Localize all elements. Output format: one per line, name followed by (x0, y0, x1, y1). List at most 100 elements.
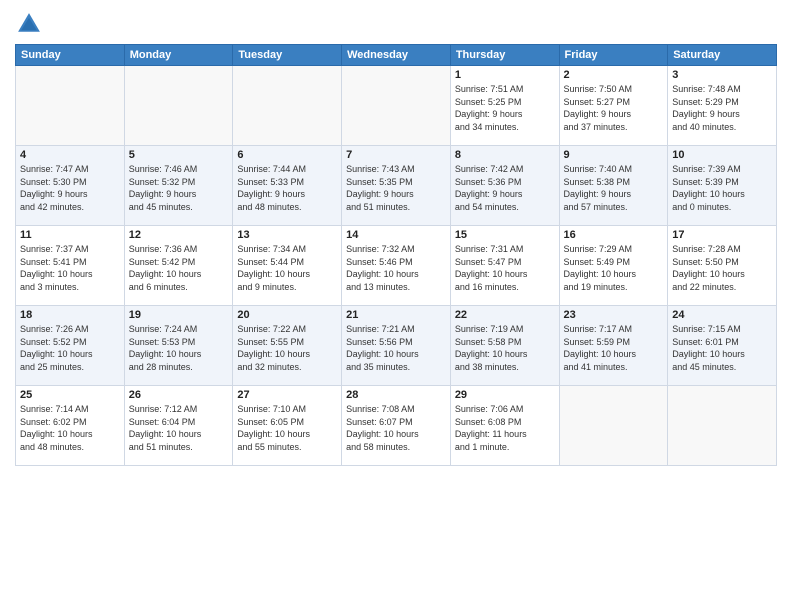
day-number: 14 (346, 229, 446, 241)
table-row: 24 Sunrise: 7:15 AM Sunset: 6:01 PM Dayli… (668, 306, 777, 386)
day-number: 25 (20, 389, 120, 401)
header (15, 10, 777, 38)
col-header-thursday: Thursday (450, 45, 559, 66)
day-detail: Sunrise: 7:48 AM Sunset: 5:29 PM Dayligh… (672, 83, 772, 133)
table-row: 15 Sunrise: 7:31 AM Sunset: 5:47 PM Dayli… (450, 226, 559, 306)
day-detail: Sunrise: 7:29 AM Sunset: 5:49 PM Dayligh… (564, 243, 664, 293)
day-detail: Sunrise: 7:39 AM Sunset: 5:39 PM Dayligh… (672, 163, 772, 213)
day-number: 13 (237, 229, 337, 241)
day-number: 3 (672, 69, 772, 81)
table-row: 20 Sunrise: 7:22 AM Sunset: 5:55 PM Dayli… (233, 306, 342, 386)
day-number: 26 (129, 389, 229, 401)
table-row (668, 386, 777, 466)
day-detail: Sunrise: 7:43 AM Sunset: 5:35 PM Dayligh… (346, 163, 446, 213)
day-number: 11 (20, 229, 120, 241)
table-row: 16 Sunrise: 7:29 AM Sunset: 5:49 PM Dayli… (559, 226, 668, 306)
calendar-week-4: 18 Sunrise: 7:26 AM Sunset: 5:52 PM Dayli… (16, 306, 777, 386)
day-detail: Sunrise: 7:36 AM Sunset: 5:42 PM Dayligh… (129, 243, 229, 293)
day-detail: Sunrise: 7:19 AM Sunset: 5:58 PM Dayligh… (455, 323, 555, 373)
day-number: 24 (672, 309, 772, 321)
table-row: 22 Sunrise: 7:19 AM Sunset: 5:58 PM Dayli… (450, 306, 559, 386)
table-row (233, 66, 342, 146)
table-row: 6 Sunrise: 7:44 AM Sunset: 5:33 PM Daylig… (233, 146, 342, 226)
calendar-week-1: 1 Sunrise: 7:51 AM Sunset: 5:25 PM Daylig… (16, 66, 777, 146)
table-row (124, 66, 233, 146)
page: SundayMondayTuesdayWednesdayThursdayFrid… (0, 0, 792, 612)
table-row: 28Sunrise: 7:08 AM Sunset: 6:07 PM Dayli… (342, 386, 451, 466)
table-row (342, 66, 451, 146)
day-detail: Sunrise: 7:37 AM Sunset: 5:41 PM Dayligh… (20, 243, 120, 293)
day-detail: Sunrise: 7:31 AM Sunset: 5:47 PM Dayligh… (455, 243, 555, 293)
table-row: 8 Sunrise: 7:42 AM Sunset: 5:36 PM Daylig… (450, 146, 559, 226)
day-detail: Sunrise: 7:12 AM Sunset: 6:04 PM Dayligh… (129, 403, 229, 453)
day-number: 6 (237, 149, 337, 161)
day-number: 12 (129, 229, 229, 241)
col-header-saturday: Saturday (668, 45, 777, 66)
table-row: 14 Sunrise: 7:32 AM Sunset: 5:46 PM Dayli… (342, 226, 451, 306)
day-number: 2 (564, 69, 664, 81)
day-detail: Sunrise: 7:15 AM Sunset: 6:01 PM Dayligh… (672, 323, 772, 373)
day-number: 8 (455, 149, 555, 161)
table-row: 3 Sunrise: 7:48 AM Sunset: 5:29 PM Daylig… (668, 66, 777, 146)
day-detail: Sunrise: 7:08 AM Sunset: 6:07 PM Dayligh… (346, 403, 446, 453)
day-detail: Sunrise: 7:28 AM Sunset: 5:50 PM Dayligh… (672, 243, 772, 293)
day-detail: Sunrise: 7:32 AM Sunset: 5:46 PM Dayligh… (346, 243, 446, 293)
day-number: 1 (455, 69, 555, 81)
table-row (16, 66, 125, 146)
table-row: 9 Sunrise: 7:40 AM Sunset: 5:38 PM Daylig… (559, 146, 668, 226)
calendar-table: SundayMondayTuesdayWednesdayThursdayFrid… (15, 44, 777, 466)
day-detail: Sunrise: 7:22 AM Sunset: 5:55 PM Dayligh… (237, 323, 337, 373)
logo (15, 10, 47, 38)
col-header-tuesday: Tuesday (233, 45, 342, 66)
day-number: 10 (672, 149, 772, 161)
day-number: 17 (672, 229, 772, 241)
day-detail: Sunrise: 7:06 AM Sunset: 6:08 PM Dayligh… (455, 403, 555, 453)
table-row: 23Sunrise: 7:17 AM Sunset: 5:59 PM Dayli… (559, 306, 668, 386)
table-row: 2Sunrise: 7:50 AM Sunset: 5:27 PM Daylig… (559, 66, 668, 146)
col-header-friday: Friday (559, 45, 668, 66)
col-header-wednesday: Wednesday (342, 45, 451, 66)
day-number: 23 (564, 309, 664, 321)
day-number: 21 (346, 309, 446, 321)
table-row: 1 Sunrise: 7:51 AM Sunset: 5:25 PM Daylig… (450, 66, 559, 146)
logo-icon (15, 10, 43, 38)
day-detail: Sunrise: 7:10 AM Sunset: 6:05 PM Dayligh… (237, 403, 337, 453)
table-row: 10 Sunrise: 7:39 AM Sunset: 5:39 PM Dayli… (668, 146, 777, 226)
day-number: 4 (20, 149, 120, 161)
day-number: 9 (564, 149, 664, 161)
calendar-week-3: 11 Sunrise: 7:37 AM Sunset: 5:41 PM Dayli… (16, 226, 777, 306)
table-row: 17 Sunrise: 7:28 AM Sunset: 5:50 PM Dayli… (668, 226, 777, 306)
day-number: 20 (237, 309, 337, 321)
table-row: 18 Sunrise: 7:26 AM Sunset: 5:52 PM Dayli… (16, 306, 125, 386)
calendar-week-5: 25 Sunrise: 7:14 AM Sunset: 6:02 PM Dayli… (16, 386, 777, 466)
table-row (559, 386, 668, 466)
day-number: 22 (455, 309, 555, 321)
day-number: 29 (455, 389, 555, 401)
table-row: 27 Sunrise: 7:10 AM Sunset: 6:05 PM Dayli… (233, 386, 342, 466)
day-detail: Sunrise: 7:42 AM Sunset: 5:36 PM Dayligh… (455, 163, 555, 213)
col-header-monday: Monday (124, 45, 233, 66)
day-detail: Sunrise: 7:51 AM Sunset: 5:25 PM Dayligh… (455, 83, 555, 133)
table-row: 7Sunrise: 7:43 AM Sunset: 5:35 PM Daylig… (342, 146, 451, 226)
day-number: 27 (237, 389, 337, 401)
day-detail: Sunrise: 7:26 AM Sunset: 5:52 PM Dayligh… (20, 323, 120, 373)
table-row: 4Sunrise: 7:47 AM Sunset: 5:30 PM Daylig… (16, 146, 125, 226)
col-header-sunday: Sunday (16, 45, 125, 66)
day-detail: Sunrise: 7:34 AM Sunset: 5:44 PM Dayligh… (237, 243, 337, 293)
day-number: 15 (455, 229, 555, 241)
day-detail: Sunrise: 7:46 AM Sunset: 5:32 PM Dayligh… (129, 163, 229, 213)
day-detail: Sunrise: 7:44 AM Sunset: 5:33 PM Dayligh… (237, 163, 337, 213)
day-number: 18 (20, 309, 120, 321)
header-row: SundayMondayTuesdayWednesdayThursdayFrid… (16, 45, 777, 66)
table-row: 25 Sunrise: 7:14 AM Sunset: 6:02 PM Dayli… (16, 386, 125, 466)
calendar-week-2: 4Sunrise: 7:47 AM Sunset: 5:30 PM Daylig… (16, 146, 777, 226)
table-row: 11 Sunrise: 7:37 AM Sunset: 5:41 PM Dayli… (16, 226, 125, 306)
table-row: 13 Sunrise: 7:34 AM Sunset: 5:44 PM Dayli… (233, 226, 342, 306)
day-detail: Sunrise: 7:40 AM Sunset: 5:38 PM Dayligh… (564, 163, 664, 213)
day-number: 16 (564, 229, 664, 241)
day-detail: Sunrise: 7:24 AM Sunset: 5:53 PM Dayligh… (129, 323, 229, 373)
day-detail: Sunrise: 7:14 AM Sunset: 6:02 PM Dayligh… (20, 403, 120, 453)
table-row: 12 Sunrise: 7:36 AM Sunset: 5:42 PM Dayli… (124, 226, 233, 306)
day-number: 19 (129, 309, 229, 321)
table-row: 29 Sunrise: 7:06 AM Sunset: 6:08 PM Dayli… (450, 386, 559, 466)
